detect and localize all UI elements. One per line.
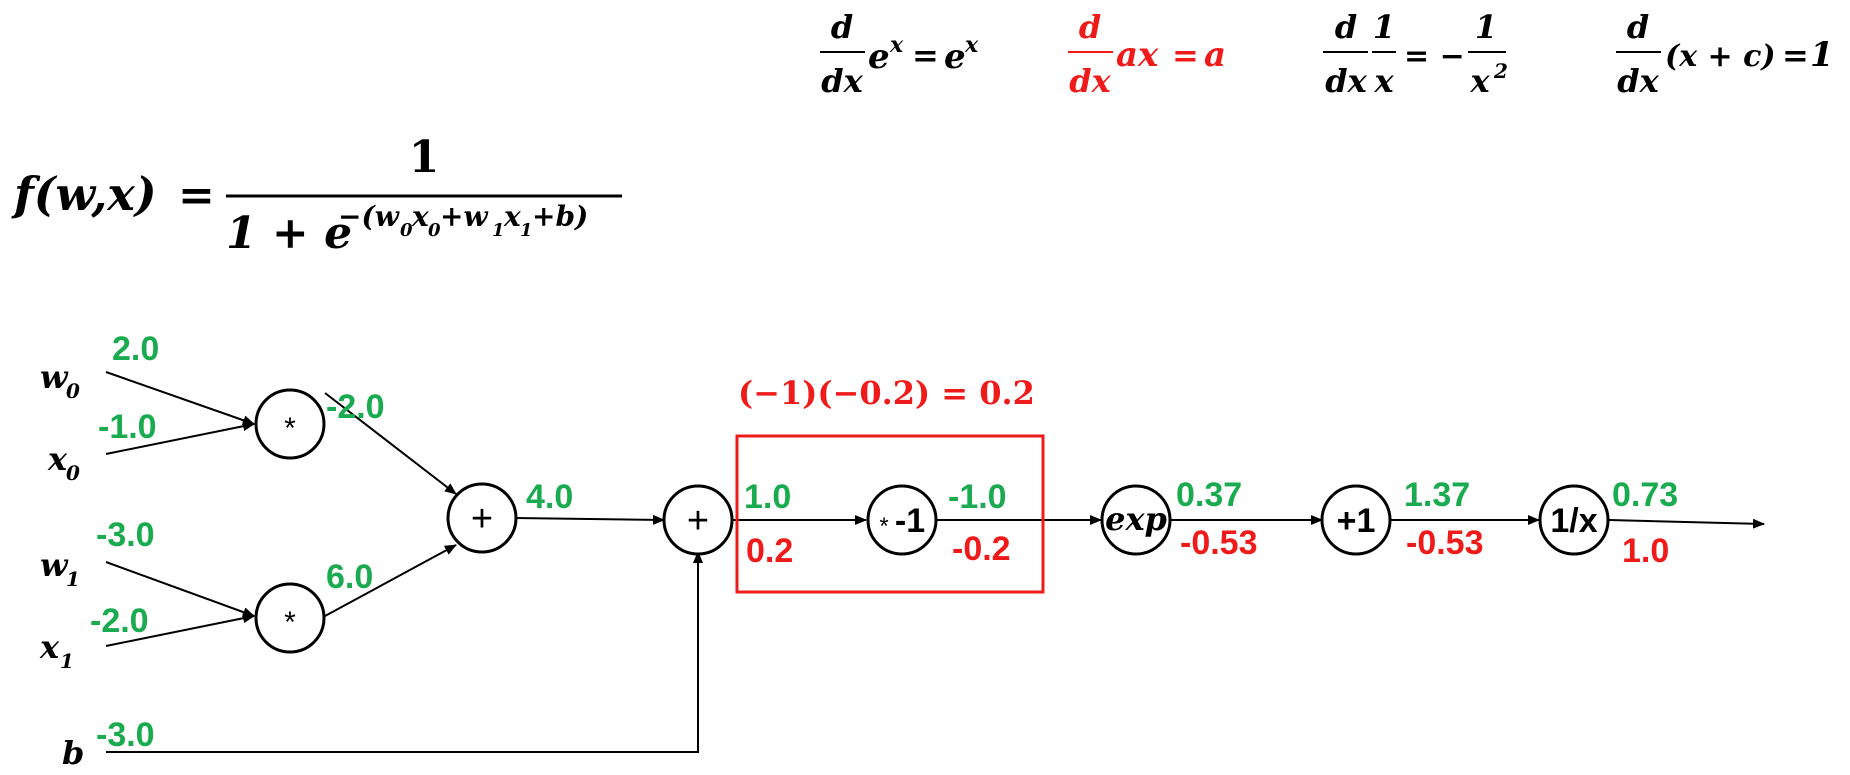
input-sub: 1 [66,567,80,591]
add-node-1-label: + [687,500,709,542]
input-name: w [40,546,69,584]
formula-plus-w: +w [440,200,488,233]
deriv-num: d [1079,8,1101,46]
formula-exp-open: −(w [338,200,400,233]
deriv-eq: = [912,36,939,74]
deriv-eq: = [1172,36,1199,74]
add-node-0-label: + [471,498,493,540]
derivative-reciprocal: d dx 1 x = − 1 x 2 [1323,8,1508,100]
edge-recip-output [1608,518,1765,529]
input-name: x [39,628,60,666]
deriv-den: dx [1617,62,1659,100]
edge-add0-add1 [514,514,665,525]
input-x1-label: x 1 [39,628,74,673]
formula-x0: x [411,200,429,233]
formula-num: 1 [409,132,440,183]
deriv-one: 1 [1373,8,1395,46]
deriv-rhs: 1 [1810,35,1834,75]
deriv-rhs-num: 1 [1475,8,1497,46]
forward-neg-out: -1.0 [948,478,1007,516]
mul-node-0-label: * [284,412,296,445]
input-w0-label: w 0 [40,358,80,403]
forward-recip-out: 0.73 [1612,476,1678,514]
input-sub: 1 [60,649,74,673]
backward-neg-out: -0.2 [952,530,1011,568]
forward-exp-out: 0.37 [1176,476,1242,514]
deriv-eq: = [1782,36,1809,74]
input-name: b [62,734,84,772]
input-b-label: b [62,734,84,772]
exp-node-label: exp [1105,500,1167,538]
highlight-annotation: (−1)(−0.2) = 0.2 [738,374,1035,412]
deriv-rhs-sup: 2 [1493,59,1508,83]
computational-graph: d dx e x = e x d dx ax = a d dx 1 x = − … [11,8,1834,772]
backward-plus1-out: -0.53 [1406,524,1484,562]
deriv-rhs: a [1204,35,1226,75]
deriv-num: d [1627,8,1649,46]
deriv-rhs: e [944,37,966,77]
deriv-body: ax [1116,35,1159,75]
input-sub: 0 [66,379,80,403]
forward-mul1-out: 6.0 [326,558,373,596]
plus1-node-label: +1 [1337,502,1376,540]
forward-b-value: -3.0 [96,716,155,754]
forward-mul0-out: -2.0 [326,388,385,426]
deriv-body: e [868,37,890,77]
deriv-den: dx [1325,62,1367,100]
deriv-den: dx [1069,62,1111,100]
deriv-den: dx [821,62,863,100]
deriv-sup: x [889,32,904,58]
input-name: w [40,358,69,396]
formula-den-base: 1 + e [226,208,352,259]
backward-recip-out: 1.0 [1622,532,1669,570]
forward-w1-value: -3.0 [96,516,155,554]
backward-exp-out: -0.53 [1180,524,1258,562]
derivative-linear: d dx ax = a [1068,8,1226,100]
input-sub: 0 [66,461,80,485]
forward-add0-out: 4.0 [526,478,573,516]
forward-add1-out: 1.0 [744,478,791,516]
formula-w1-sub: 1 [492,220,505,241]
edge-b-add1 [106,551,703,753]
deriv-rhs-den: x [1469,62,1490,100]
recip-node-label: 1/x [1550,502,1597,540]
sigmoid-formula: f(w,x) = 1 1 + e −(w 0 x 0 +w 1 x 1 +b) [11,132,622,259]
input-w1-label: w 1 [40,546,80,591]
deriv-num: d [831,8,853,46]
forward-x0-value: -1.0 [98,408,157,446]
forward-plus1-out: 1.37 [1404,476,1470,514]
neg-node-value: -1 [895,502,925,540]
derivative-constant: d dx (x + c) = 1 [1616,8,1834,100]
neg-node-star: * [879,513,888,540]
deriv-eq: = − [1404,39,1465,74]
input-x0-label: x 0 [47,440,80,485]
deriv-num: d [1335,8,1357,46]
input-name: x [47,440,68,478]
formula-tail: +b) [532,200,588,233]
formula-eq: = [178,170,215,221]
deriv-x: x [1373,62,1394,100]
mul-node-1-label: * [284,606,296,639]
forward-x1-value: -2.0 [90,602,149,640]
backward-add1-out: 0.2 [746,532,793,570]
deriv-rhs-sup: x [964,32,979,58]
deriv-body: (x + c) [1665,39,1776,74]
formula-x1-sub: 1 [520,220,533,241]
formula-lhs: f(w,x) [11,167,157,221]
derivative-exp: d dx e x = e x [820,8,979,100]
formula-x1: x [503,200,521,233]
forward-w0-value: 2.0 [112,330,159,368]
